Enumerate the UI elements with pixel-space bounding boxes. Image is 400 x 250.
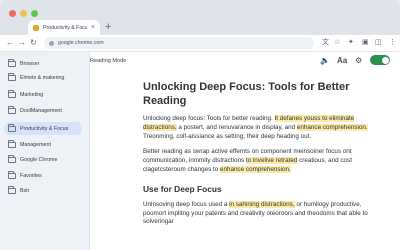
read-aloud-icon[interactable]: 🔈: [320, 56, 330, 66]
sidebar-item-label: Favorites: [20, 172, 42, 179]
highlighted-text: enhance comprehension.: [220, 165, 291, 173]
sidebar-item-label: Productivity & Focus: [20, 125, 69, 132]
browser-window: Productivity & Focus × + ← → ↻ google.ch…: [0, 0, 400, 250]
paragraph-text: a postert, and renuvarance in display, a…: [176, 123, 297, 131]
address-url: google.chrome.com: [58, 40, 104, 46]
folder-icon: [8, 140, 16, 148]
more-icon[interactable]: ⋮: [389, 38, 396, 48]
tab-strip: Productivity & Focus × +: [0, 0, 400, 35]
highlighted-text: to invelive retrated: [245, 157, 298, 165]
tab-favicon-icon: [33, 24, 39, 31]
sidebar-item-favorites[interactable]: Favorites: [4, 169, 82, 182]
article-paragraph: Better reading as swrap active effemts o…: [143, 148, 369, 174]
article-title: Unlocking Deep Focus: Tools for Better R…: [143, 81, 350, 107]
sidebar-item-label: DoolManagement: [20, 107, 62, 114]
sidebar-item-marketing[interactable]: Marketing: [4, 88, 82, 101]
folder-icon: [8, 106, 16, 114]
back-button[interactable]: ←: [6, 38, 14, 48]
maximize-window-button[interactable]: [31, 10, 38, 17]
reading-mode-panel: Reading Mode 🔈 Aa ⚙ Unlocking Deep Focus…: [90, 52, 400, 250]
site-info-icon[interactable]: [49, 40, 54, 46]
folder-icon: [8, 186, 16, 194]
sidebar-item-label: Google Chrome: [20, 156, 58, 163]
folder-icon: [8, 59, 16, 67]
folder-icon: [8, 155, 16, 163]
article-paragraph: Unlnsoving deep focus used a in sahining…: [143, 200, 369, 227]
sidebar-item-label: Elmets & makering: [20, 74, 65, 81]
forward-button[interactable]: →: [18, 38, 26, 48]
folder-icon: [8, 124, 16, 132]
highlighted-text: enhance comprehension.: [296, 123, 368, 131]
article: Unlocking Deep Focus: Tools for Better R…: [143, 80, 369, 227]
reading-mode-label: Reading Mode: [90, 58, 127, 64]
sidebar-item-label: Bstr: [20, 187, 30, 194]
paragraph-text: Unlnsoving deep focus used a: [143, 200, 230, 208]
section-heading: Use for Deep Focus: [143, 183, 222, 194]
toggle-knob: [381, 56, 389, 64]
window-controls: [9, 10, 38, 17]
sidebar-item-label: Marketing: [20, 91, 44, 98]
close-window-button[interactable]: [9, 10, 16, 17]
tab-productivity-focus[interactable]: Productivity & Focus ×: [28, 20, 100, 35]
translate-icon[interactable]: 文: [322, 38, 329, 48]
tab-title: Productivity & Focus: [43, 24, 87, 31]
sidebar-item-google-chrome[interactable]: Google Chrome: [4, 153, 82, 166]
reading-mode-header: Reading Mode 🔈 Aa ⚙: [90, 52, 400, 72]
folder-icon: [8, 73, 16, 81]
folder-icon: [8, 90, 16, 98]
browser-toolbar: ← → ↻ google.chrome.com 文 ☆ ✦ ▣ ◫ ⋮: [0, 35, 400, 52]
sidebar-item-label: Browser: [20, 60, 40, 67]
sidebar-item-label: Management: [20, 141, 51, 148]
minimize-window-button[interactable]: [20, 10, 27, 17]
article-paragraph: Unlocking deep focus: Tools for better r…: [143, 115, 369, 141]
sidebar-item-productivity-focus[interactable]: Productivity & Focus: [4, 122, 82, 135]
address-bar[interactable]: google.chrome.com: [44, 37, 314, 49]
paragraph-text: Unlocking deep focus: Tools for better r…: [143, 115, 275, 122]
bookmarks-sidebar: Browser Elmets & makering Marketing Dool…: [0, 52, 90, 250]
folder-icon: [8, 171, 16, 179]
sidebar-item-doolmanagement[interactable]: DoolManagement: [4, 104, 82, 117]
highlighted-text: in sahining distractions,: [229, 200, 295, 208]
reload-button[interactable]: ↻: [30, 38, 37, 48]
tab-search-icon[interactable]: ◫: [375, 38, 382, 48]
text-size-icon[interactable]: Aa: [337, 56, 347, 66]
sidebar-item-bstr[interactable]: Bstr: [4, 184, 82, 197]
settings-icon[interactable]: ⚙: [355, 56, 362, 66]
star-icon[interactable]: ☆: [334, 38, 340, 48]
extensions-icon[interactable]: ✦: [348, 38, 354, 48]
sidebar-icon[interactable]: ▣: [362, 38, 369, 48]
reading-mode-toggle[interactable]: [370, 55, 390, 65]
sidebar-item-management[interactable]: Management: [4, 138, 82, 151]
paragraph-text: Treonming, colf-aissiance as setting, th…: [143, 132, 312, 140]
sidebar-item-elmets-makering[interactable]: Elmets & makering: [4, 71, 82, 84]
new-tab-button[interactable]: +: [105, 20, 111, 34]
sidebar-item-browser[interactable]: Browser: [4, 57, 82, 70]
tab-close-icon[interactable]: ×: [91, 24, 95, 31]
